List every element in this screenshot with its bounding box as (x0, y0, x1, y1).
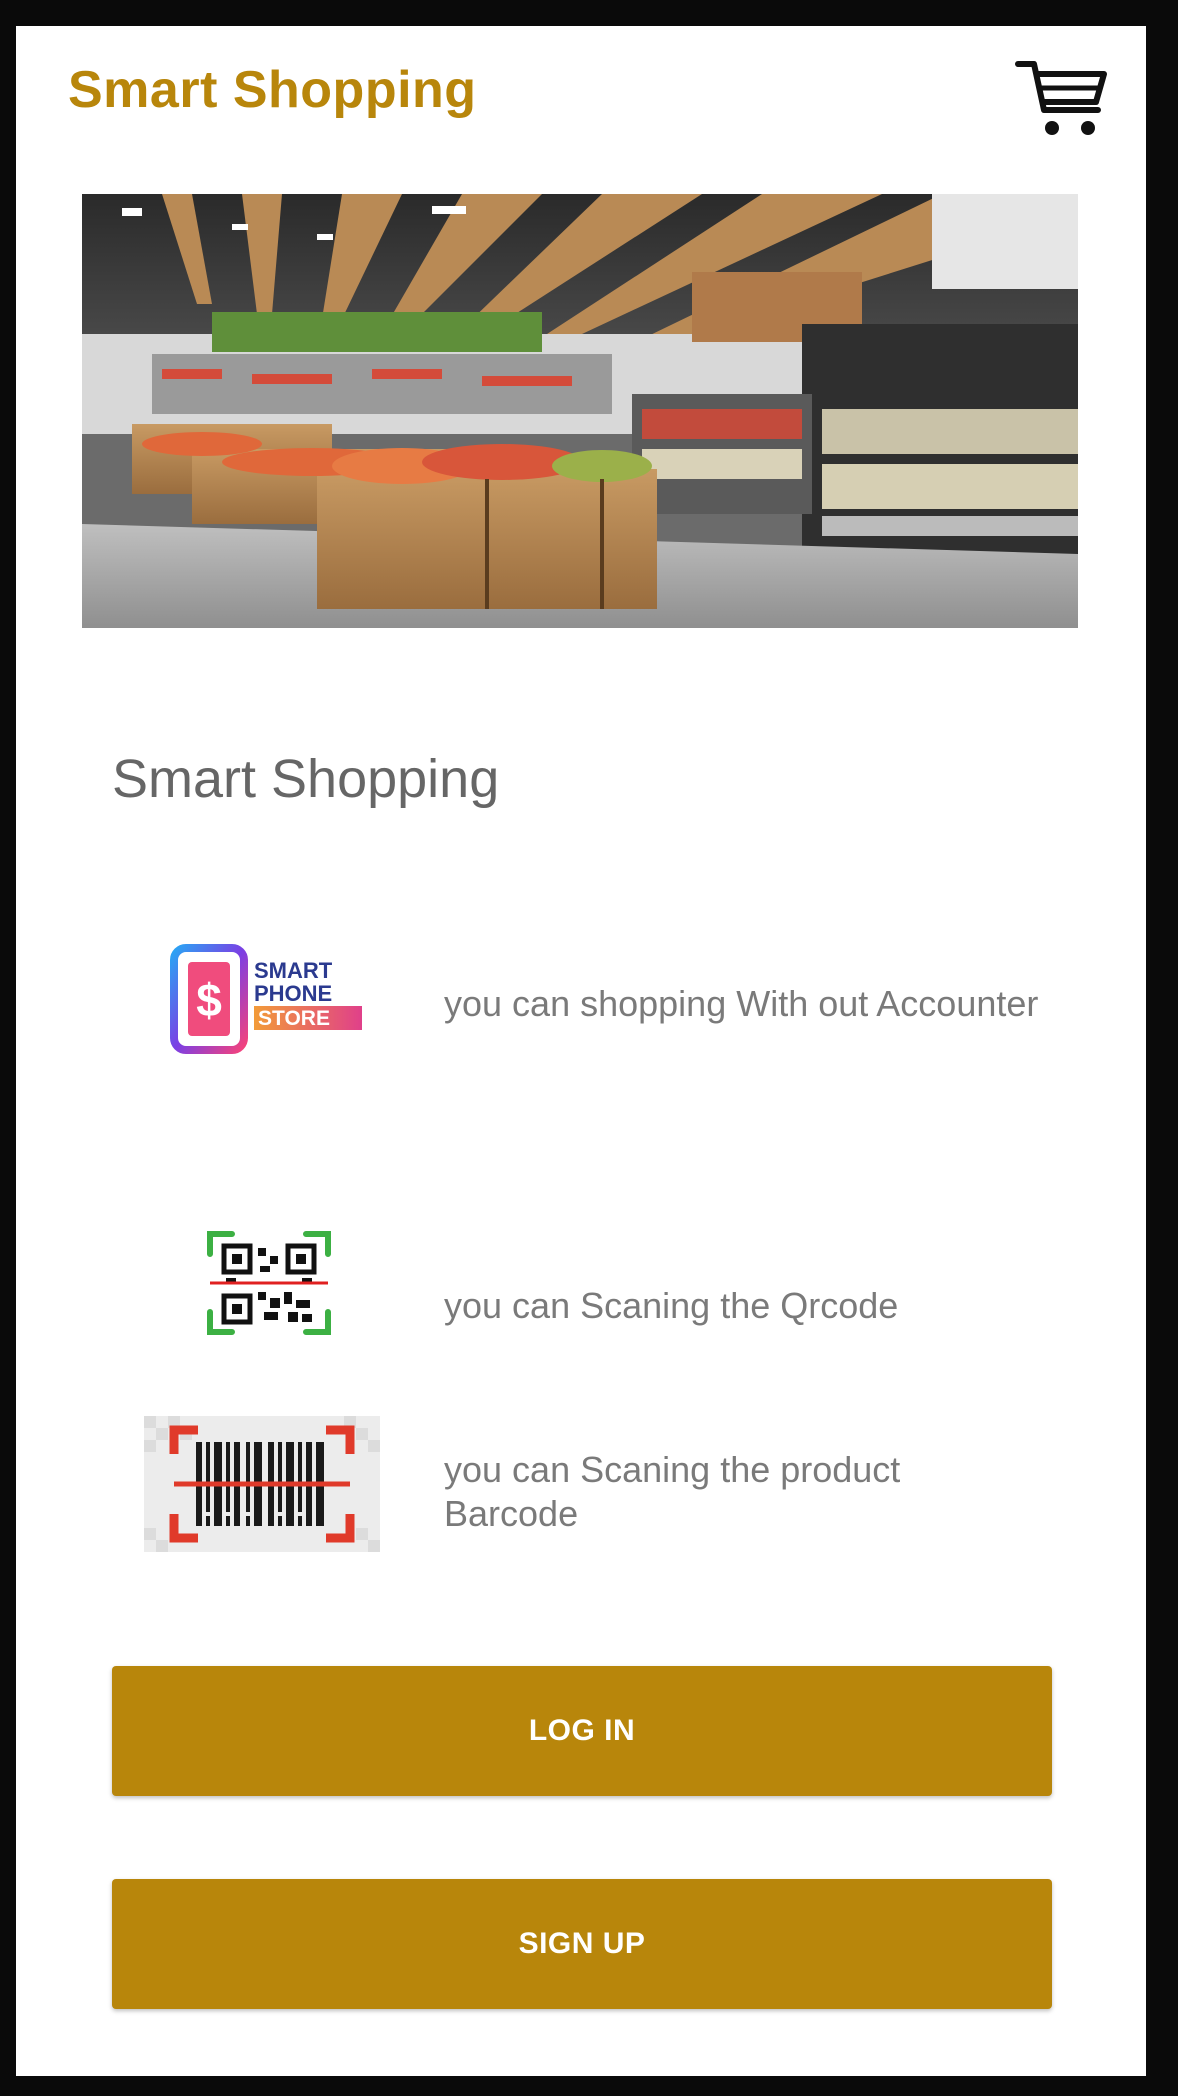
feature-item-barcode: you can Scaning the product Barcode (16, 1416, 1146, 1556)
feature-text: you can Scaning the product Barcode (444, 1449, 901, 1534)
feature-text: you can Scaning the Qrcode (444, 1285, 899, 1326)
supermarket-interior-photo (82, 194, 1078, 628)
hero-image (82, 194, 1078, 628)
svg-text:$: $ (196, 974, 222, 1026)
signup-button[interactable]: SIGN UP (112, 1879, 1052, 2009)
svg-text:PHONE: PHONE (254, 981, 332, 1006)
cart-button[interactable] (1014, 52, 1110, 142)
section-title: Smart Shopping (112, 749, 500, 809)
qr-code-scan-icon (204, 1226, 334, 1346)
app-screen: Smart Shopping Smart Shopping $ SMART PH… (16, 26, 1146, 2076)
device-frame: Smart Shopping Smart Shopping $ SMART PH… (0, 0, 1178, 2096)
login-button[interactable]: LOG IN (112, 1666, 1052, 1796)
smart-phone-store-logo: $ SMART PHONE STORE (170, 944, 370, 1059)
phone-logo-icon: $ SMART PHONE STORE (170, 944, 362, 1054)
feature-text: you can shopping With out Accounter (444, 983, 1039, 1024)
svg-text:STORE: STORE (258, 1007, 330, 1030)
app-bar: Smart Shopping (16, 26, 1146, 156)
svg-text:SMART: SMART (254, 958, 333, 983)
app-title: Smart Shopping (68, 61, 477, 119)
feature-item-qrcode: you can Scaning the Qrcode (16, 1226, 1146, 1346)
barcode-scan-icon (144, 1416, 380, 1557)
feature-item-shopping: $ SMART PHONE STORE you can shopping Wit… (16, 944, 1146, 1064)
shopping-cart-icon (1015, 61, 1107, 135)
